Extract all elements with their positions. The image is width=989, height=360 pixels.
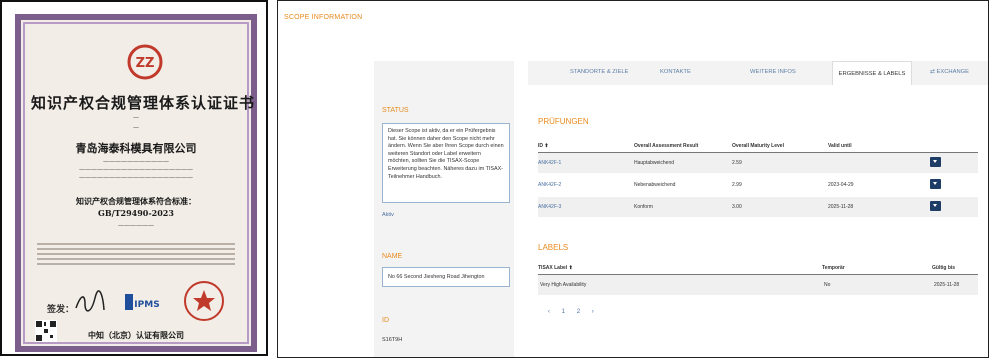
assessment-result: Konform [634, 204, 653, 210]
maturity-level: 2.99 [732, 182, 742, 188]
valid-until: 2023-04-29 [828, 182, 854, 188]
certificate-standard: GB/T29490-2023 [98, 208, 174, 218]
assessment-id-link[interactable]: ANK42F-2 [538, 182, 561, 188]
results-content: PRÜFUNGEN ID ⬆ Overall Assessment Result… [528, 85, 988, 357]
name-label: NAME [382, 253, 403, 260]
status-value: Aktiv [382, 212, 394, 218]
pruefungen-heading: PRÜFUNGEN [538, 117, 589, 126]
signature-icon [75, 290, 105, 312]
maturity-level: 2.59 [732, 160, 742, 166]
id-value: S16T9H [382, 337, 403, 343]
download-button[interactable] [930, 157, 941, 167]
label-valid-until: 2025-11-28 [934, 282, 960, 288]
sort-arrow-icon: ⬆ [568, 265, 573, 271]
tab-kontakte[interactable]: KONTAKTE [660, 69, 691, 75]
pagination-prev[interactable]: ‹ [548, 309, 550, 315]
table-row: ANK42F-2 Nebenabweichend 2.99 2023-04-29 [538, 175, 978, 195]
certificate-line: — [133, 124, 139, 131]
certificate-signature-label: 签发： [47, 305, 75, 315]
certificate-line: —————— [118, 222, 154, 229]
column-header-valid-until[interactable]: Valid until [828, 143, 852, 149]
download-button[interactable] [930, 201, 941, 211]
pagination-page-1[interactable]: 1 [562, 309, 565, 315]
official-seal-icon [184, 281, 224, 321]
column-header-temporaer[interactable]: Temporär [822, 265, 845, 271]
tab-weitere-infos[interactable]: WEITERE INFOS [750, 69, 796, 75]
ipms-logo-icon: IPMS [125, 294, 160, 310]
labels-heading: LABELS [538, 243, 569, 252]
temporary-value: No [824, 282, 831, 288]
pagination-page-2[interactable]: 2 [577, 309, 580, 315]
table-row: Very High Availability No 2025-11-28 [538, 275, 978, 295]
assessment-id-link[interactable]: ANK42F-1 [538, 160, 561, 166]
assessment-result: Hauptabweichend [634, 160, 675, 166]
scope-information-panel: SCOPE INFORMATION STATUS Dieser Scope is… [277, 0, 989, 358]
table-row: ANK42F-3 Konform 3.00 2025-11-28 [538, 197, 978, 217]
certificate-line: ——————————————————— [79, 174, 193, 181]
id-label: ID [382, 317, 389, 324]
status-label: STATUS [382, 107, 409, 114]
column-header-id[interactable]: ID ⬆ [538, 143, 549, 149]
tab-exchange-label: EXCHANGE [936, 69, 970, 75]
column-header-tisax-label[interactable]: TISAX Label ⬆ [538, 265, 573, 271]
svg-text:ZZ: ZZ [136, 56, 155, 71]
pagination-next[interactable]: › [592, 309, 594, 315]
tab-standorte-ziele[interactable]: STANDORTE & ZIELE [570, 69, 628, 75]
page-title: SCOPE INFORMATION [284, 14, 363, 21]
ipms-logo-text: IPMS [134, 300, 159, 310]
certificate-issuer: 中知（北京）认证有限公司 [88, 330, 184, 340]
tisax-label-name: Very High Availability [540, 282, 587, 288]
tab-exchange[interactable]: ⇄ EXCHANGE [930, 69, 969, 75]
certificate-company: 青岛海泰科模具有限公司 [75, 142, 197, 155]
tab-bar: STANDORTE & ZIELE KONTAKTE WEITERE INFOS… [528, 61, 988, 85]
certificate-title: 知识产权合规管理体系认证证书 [31, 94, 256, 112]
certification-logo-icon: ZZ [127, 44, 163, 80]
pagination: ‹ 1 2 › [548, 309, 604, 315]
valid-until: 2025-11-28 [828, 204, 854, 210]
assessment-result: Nebenabweichend [634, 182, 676, 188]
sort-arrow-icon: ⬆ [544, 143, 549, 149]
table-row: ANK42F-1 Hauptabweichend 2.59 [538, 153, 978, 173]
certificate-fine-print [37, 240, 235, 276]
certificate-standard-label: 知识产权合规管理体系符合标准： [76, 196, 196, 206]
certificate-line: ——————————————————— [79, 166, 193, 173]
status-description: Dieser Scope ist aktiv, da er ein Prüfer… [382, 123, 510, 203]
column-header-gueltig-bis[interactable]: Gültig bis [932, 265, 955, 271]
assessment-id-link[interactable]: ANK42F-3 [538, 204, 561, 210]
column-header-result[interactable]: Overall Assessment Result [634, 143, 698, 149]
scope-sidebar: STATUS Dieser Scope ist aktiv, da er ein… [374, 61, 514, 357]
certificate: ZZ 知识产权合规管理体系认证证书 — — 青岛海泰科模具有限公司 ——————… [15, 14, 257, 352]
column-header-maturity[interactable]: Overall Maturity Level [732, 143, 784, 149]
certificate-image-frame: ZZ 知识产权合规管理体系认证证书 — — 青岛海泰科模具有限公司 ——————… [0, 0, 268, 356]
exchange-icon: ⇄ [930, 69, 935, 75]
certificate-line: ——————————— [103, 158, 169, 165]
download-button[interactable] [930, 179, 941, 189]
certificate-line: — [133, 114, 139, 121]
maturity-level: 3.00 [732, 204, 742, 210]
name-field[interactable]: No 66 Second Jiesheng Road Jihengton [382, 267, 510, 287]
tab-ergebnisse-labels[interactable]: ERGEBNISSE & LABELS [832, 61, 912, 85]
